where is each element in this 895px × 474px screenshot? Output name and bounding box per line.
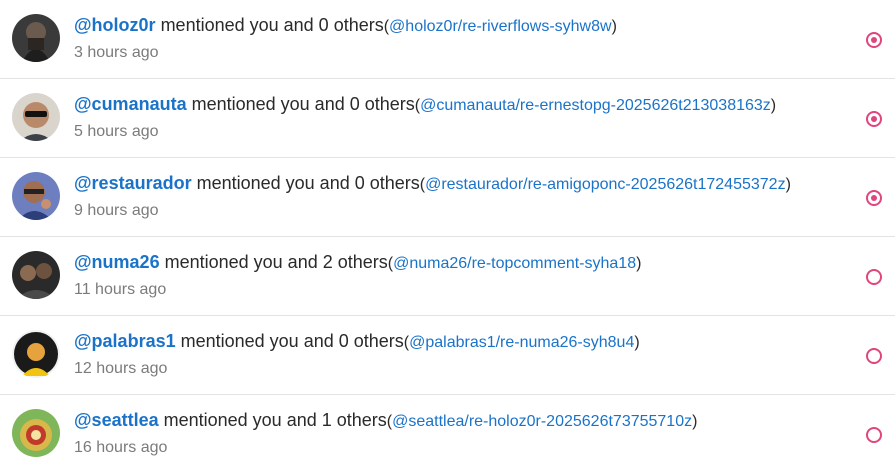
post-link[interactable]: @palabras1/re-numa26-syh8u4	[409, 334, 634, 351]
username-link[interactable]: @cumanauta	[74, 94, 187, 114]
notification-row[interactable]: @seattlea mentioned you and 1 others(@se…	[0, 395, 895, 474]
mention-text: mentioned you and 0 others	[175, 331, 404, 351]
notification-row[interactable]: @cumanauta mentioned you and 0 others(@c…	[0, 79, 895, 158]
timestamp: 5 hours ago	[74, 123, 159, 140]
avatar[interactable]	[12, 409, 60, 457]
username-link[interactable]: @palabras1	[74, 331, 176, 351]
close-paren: )	[770, 97, 777, 114]
read-indicator-icon[interactable]	[866, 427, 882, 443]
post-link[interactable]: @cumanauta/re-ernestopg-2025626t21303816…	[420, 97, 771, 114]
close-paren: )	[785, 176, 791, 193]
avatar[interactable]	[12, 93, 60, 141]
notification-row[interactable]: @restaurador mentioned you and 0 others(…	[0, 158, 895, 237]
post-link[interactable]: @holoz0r/re-riverflows-syhw8w	[389, 18, 612, 35]
username-link[interactable]: @numa26	[74, 252, 160, 272]
post-link[interactable]: @seattlea/re-holoz0r-2025626t73755710z	[392, 413, 692, 430]
notification-row[interactable]: @holoz0r mentioned you and 0 others(@hol…	[0, 0, 895, 79]
notification-row[interactable]: @numa26 mentioned you and 2 others(@numa…	[0, 237, 895, 316]
timestamp: 12 hours ago	[74, 360, 168, 377]
post-link[interactable]: @restaurador/re-amigoponc-2025626t172455…	[425, 176, 785, 193]
unread-indicator-icon[interactable]	[866, 190, 882, 206]
timestamp: 9 hours ago	[74, 202, 159, 219]
unread-indicator-icon[interactable]	[866, 32, 882, 48]
username-link[interactable]: @holoz0r	[74, 15, 156, 35]
mention-text: mentioned you and 0 others	[155, 15, 384, 35]
close-paren: )	[636, 255, 642, 272]
mention-text: mentioned you and 0 others	[186, 94, 415, 114]
read-indicator-icon[interactable]	[866, 269, 882, 285]
post-link[interactable]: @numa26/re-topcomment-syha18	[393, 255, 636, 272]
timestamp: 16 hours ago	[74, 439, 168, 456]
unread-indicator-icon[interactable]	[866, 111, 882, 127]
timestamp: 3 hours ago	[74, 44, 159, 61]
mention-text: mentioned you and 0 others	[191, 173, 420, 193]
close-paren: )	[692, 413, 698, 430]
avatar[interactable]	[12, 14, 60, 62]
mention-text: mentioned you and 1 others	[158, 410, 387, 430]
close-paren: )	[611, 18, 617, 35]
timestamp: 11 hours ago	[74, 281, 167, 298]
avatar[interactable]	[12, 330, 60, 378]
notification-row[interactable]: @palabras1 mentioned you and 0 others(@p…	[0, 316, 895, 395]
close-paren: )	[634, 334, 640, 351]
read-indicator-icon[interactable]	[866, 348, 882, 364]
avatar[interactable]	[12, 251, 60, 299]
mention-text: mentioned you and 2 others	[159, 252, 388, 272]
username-link[interactable]: @seattlea	[74, 410, 159, 430]
username-link[interactable]: @restaurador	[74, 173, 192, 193]
notification-list: @holoz0r mentioned you and 0 others(@hol…	[0, 0, 895, 474]
avatar[interactable]	[12, 172, 60, 220]
